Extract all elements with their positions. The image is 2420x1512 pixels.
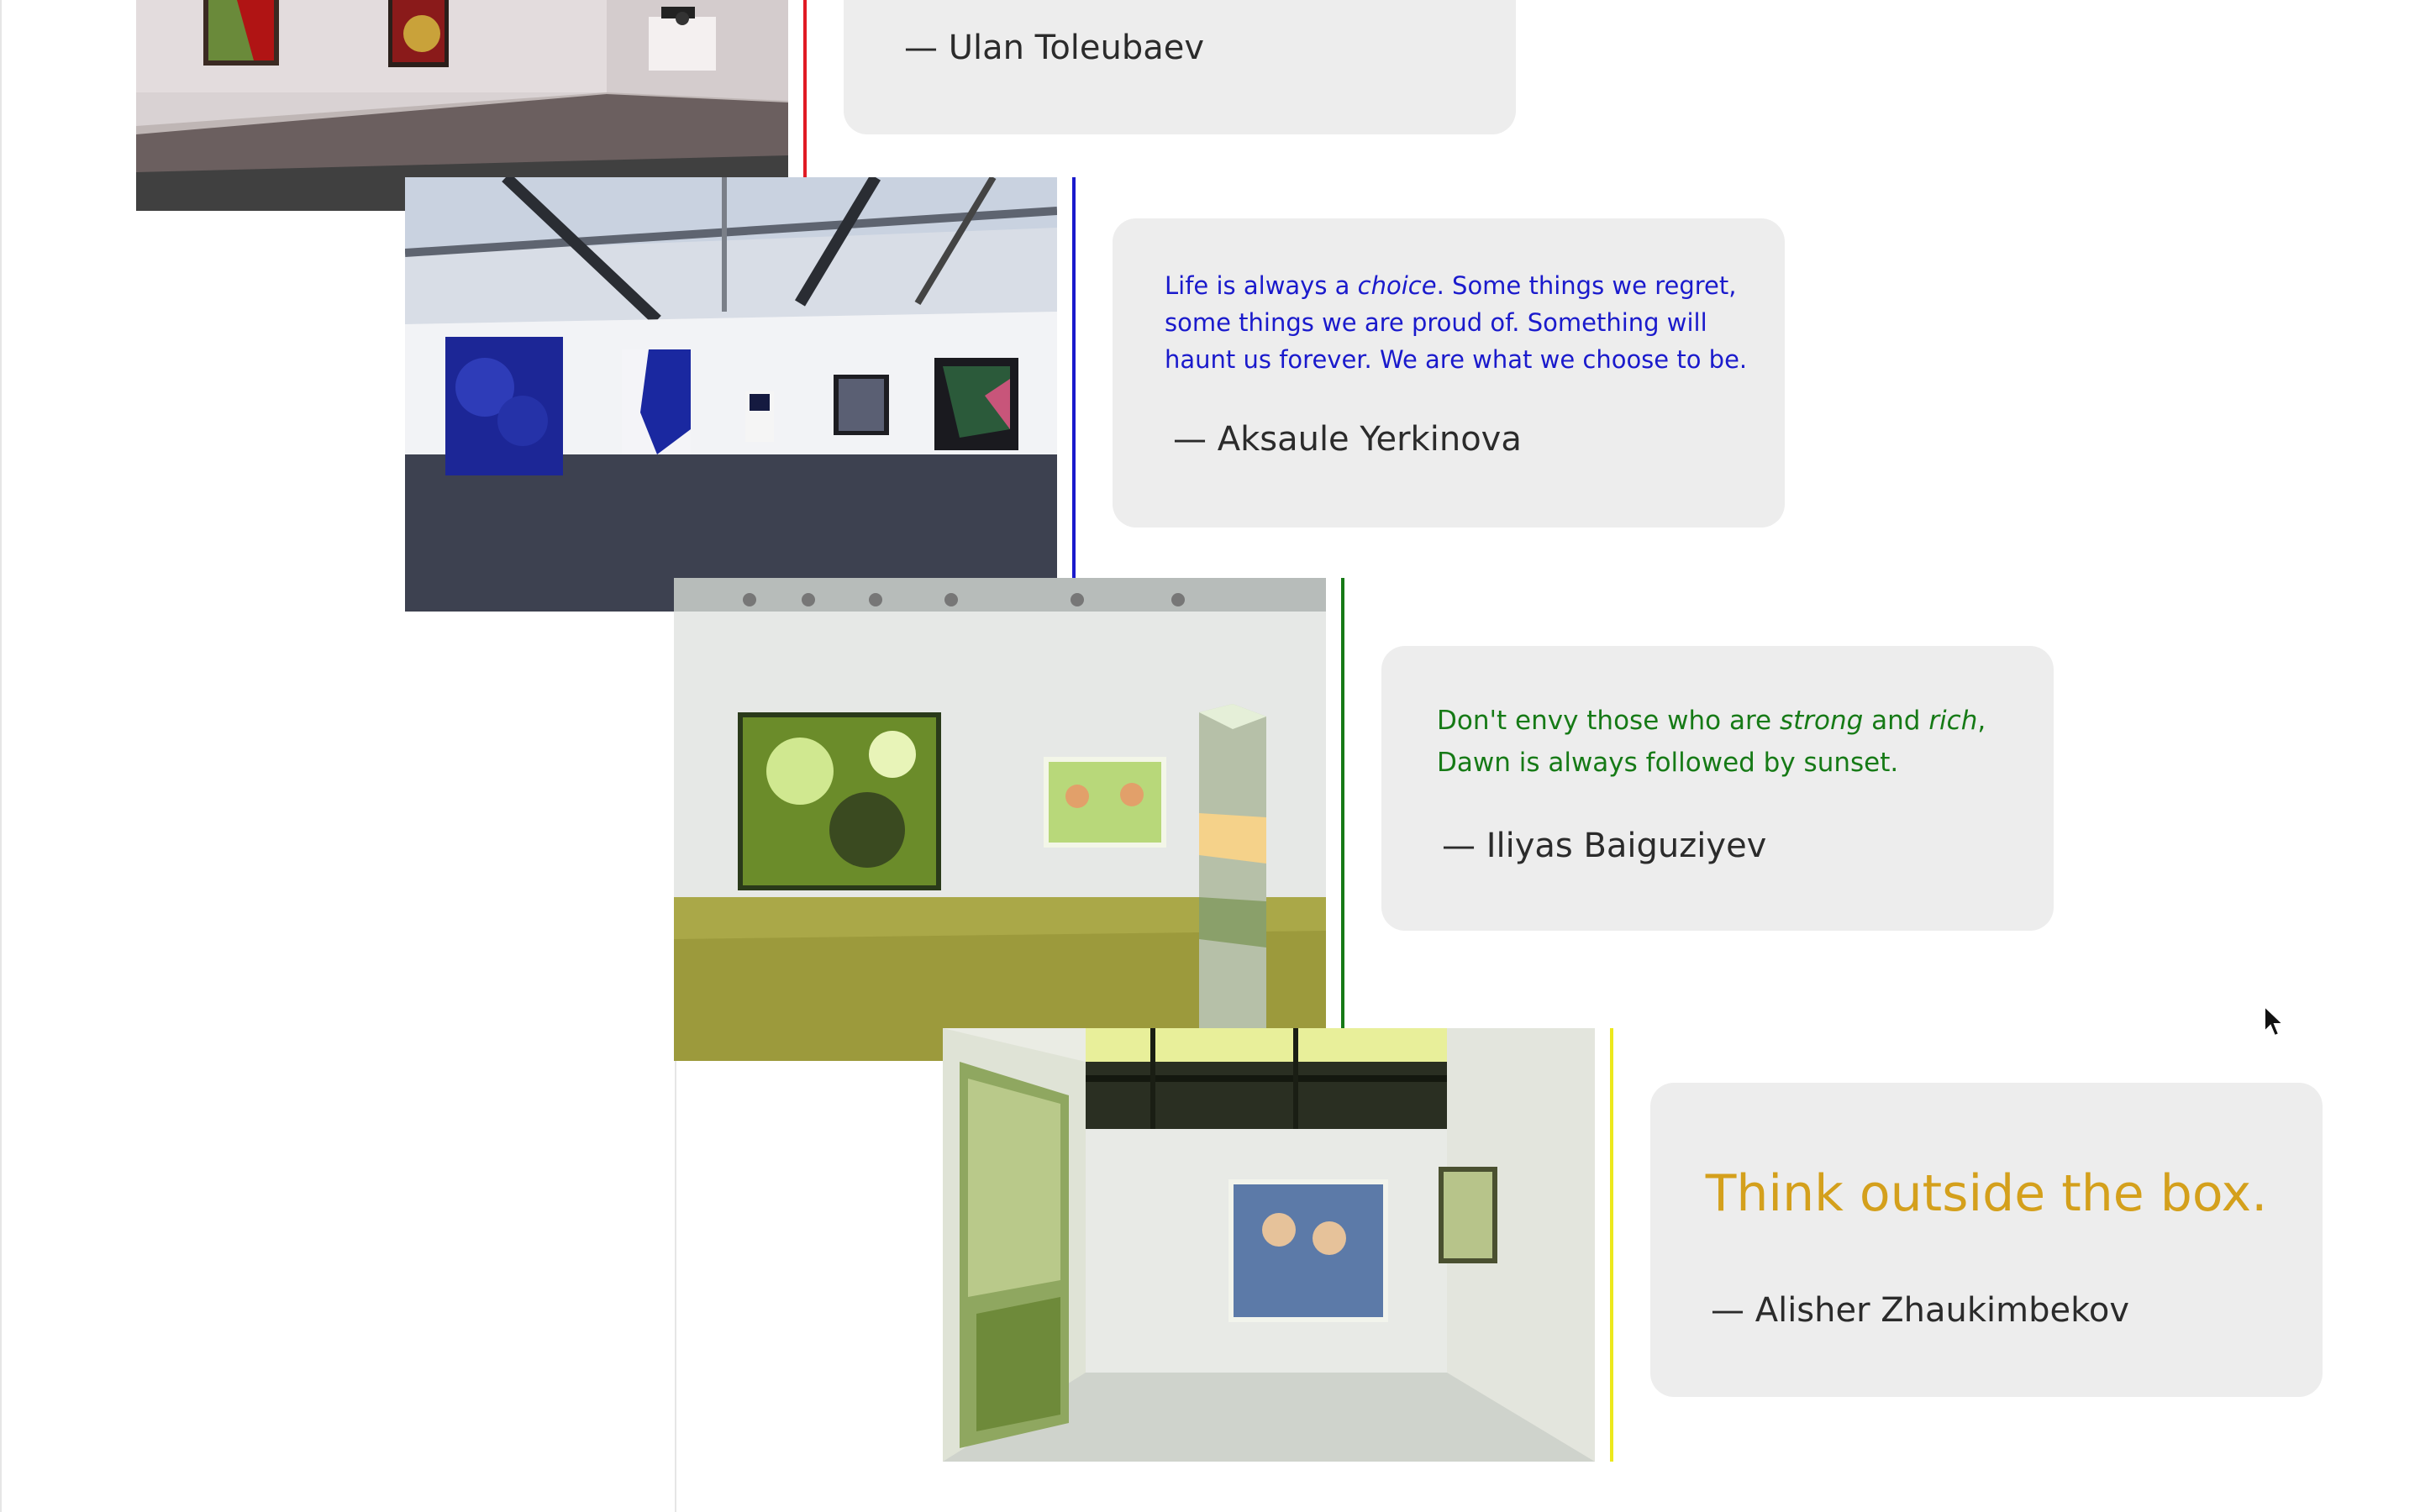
- mouse-pointer-icon: [2263, 1004, 2286, 1038]
- accent-line-blue: [1072, 177, 1076, 580]
- quote-author-4: — Alisher Zhaukimbekov: [1711, 1291, 2130, 1330]
- gallery-photo-3: [674, 578, 1326, 1061]
- quote-author-2: — Aksaule Yerkinova: [1173, 420, 1522, 459]
- quote-author-1: — Ulan Toleubaev: [904, 29, 1205, 67]
- quote-author-3: — Iliyas Baiguziyev: [1442, 827, 1767, 865]
- quote-card-3: [1381, 646, 2054, 931]
- quote-card-1: [844, 0, 1516, 134]
- accent-line-green: [1341, 578, 1344, 1032]
- quote-text-4: Think outside the box.: [1705, 1164, 2268, 1223]
- gallery-photo-4: [943, 1028, 1595, 1462]
- page-left-border: [0, 0, 2, 1512]
- section-divider-line: [675, 1060, 676, 1512]
- quote-text-3: Don't envy those who are strong and rich…: [1437, 706, 1986, 778]
- gallery-photo-2: [405, 177, 1057, 612]
- quote-card-4: [1650, 1083, 2323, 1397]
- quotes-gallery-page: — Ulan Toleubaev Life is always a choice…: [0, 0, 2420, 1512]
- accent-line-yellow: [1610, 1028, 1613, 1462]
- quote-text-2: Life is always a choice. Some things we …: [1165, 271, 1748, 375]
- accent-line-red: [803, 0, 807, 179]
